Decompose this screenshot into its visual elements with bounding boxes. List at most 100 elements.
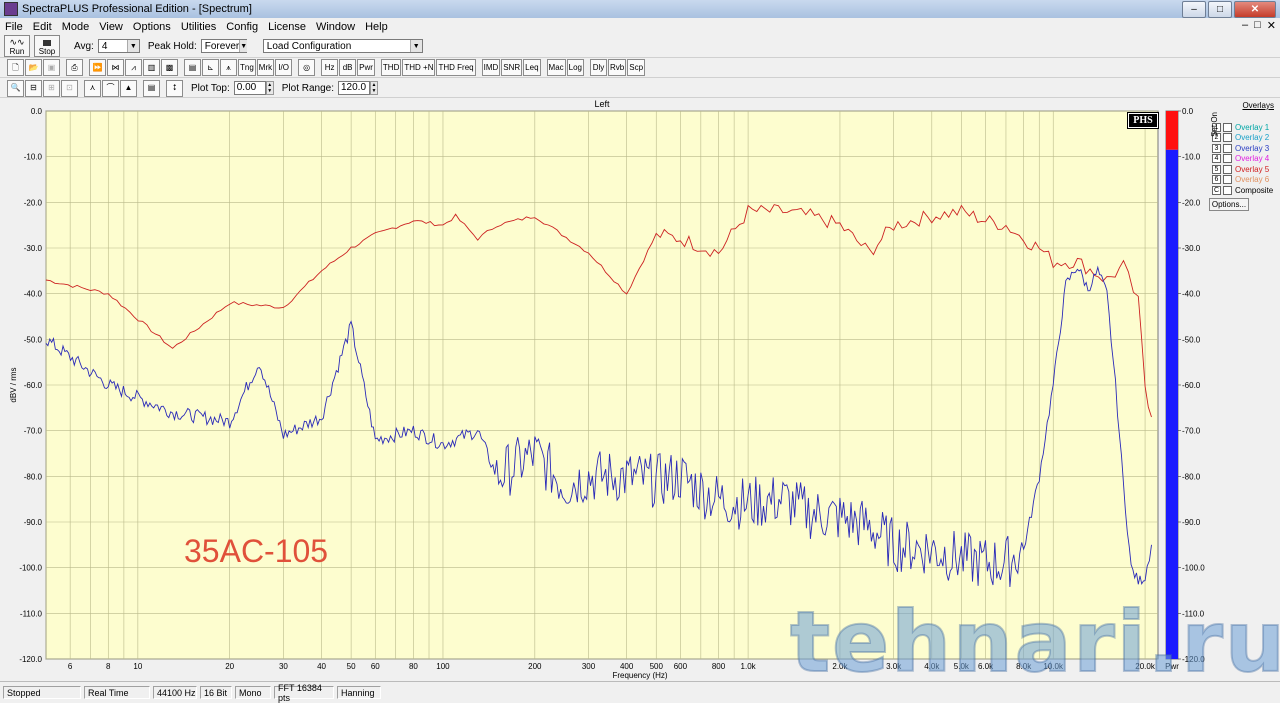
thd-n-button[interactable]: THD +N <box>402 59 436 76</box>
mdi-close-button[interactable]: ✕ <box>1267 19 1276 32</box>
y-tick-label: -30.0 <box>24 244 43 253</box>
status-fft-size: FFT 16384 pts <box>274 683 334 703</box>
zoom-out-icon[interactable]: ⊟ <box>25 79 42 97</box>
stepper-arrows-icon[interactable]: ▲ ▼ <box>370 81 378 95</box>
save-icon[interactable]: ▣ <box>43 59 60 76</box>
y-tick-label: -110.0 <box>20 609 43 618</box>
overlay-row-c[interactable]: C Composite <box>1212 185 1280 196</box>
menu-edit[interactable]: Edit <box>28 21 57 33</box>
fill-area-icon[interactable]: ▲ <box>120 79 137 97</box>
x-tick-label: 40 <box>317 662 326 671</box>
menu-window[interactable]: Window <box>311 21 360 33</box>
menu-mode[interactable]: Mode <box>57 21 95 33</box>
config-select[interactable]: Load Configuration ▼ <box>262 39 423 53</box>
panel-icon[interactable]: ▤ <box>184 59 201 76</box>
mdi-restore-button[interactable]: □ <box>1254 19 1261 32</box>
menu-options[interactable]: Options <box>128 21 176 33</box>
overlay-row-3[interactable]: 3 Overlay 3 <box>1212 143 1280 154</box>
overlay-checkbox[interactable] <box>1223 185 1232 195</box>
plot-range-stepper[interactable]: 120.0 ▲ ▼ <box>338 81 378 95</box>
y-tick-label: -20.0 <box>24 198 43 207</box>
tng-button[interactable]: Tng <box>238 59 256 76</box>
overlay-row-2[interactable]: 2 Overlay 2 <box>1212 133 1280 144</box>
wave-edit-icon[interactable]: ⋈ <box>107 59 124 76</box>
overlay-checkbox[interactable] <box>1223 154 1232 164</box>
meter-tick-label: -80.0 <box>1182 472 1201 481</box>
leq-button[interactable]: Leq <box>523 59 541 76</box>
snr-button[interactable]: SNR <box>501 59 523 76</box>
plot-range-label: Plot Range: <box>281 82 334 94</box>
zoom-icon[interactable]: 🔍 <box>7 79 24 97</box>
plot-top-stepper[interactable]: 0.00 ▲ ▼ <box>233 81 274 95</box>
overlay-row-1[interactable]: 1 Overlay 1 <box>1212 122 1280 133</box>
menu-help[interactable]: Help <box>360 21 393 33</box>
mac-button[interactable]: Mac <box>546 59 566 76</box>
overlay-set-button[interactable]: 6 <box>1212 175 1221 185</box>
scp-button[interactable]: Scp <box>627 59 646 76</box>
menu-license[interactable]: License <box>263 21 311 33</box>
stepper-arrows-icon[interactable]: ▲ ▼ <box>265 81 274 95</box>
meter-tick-label: -10.0 <box>1182 153 1201 162</box>
menu-file[interactable]: File <box>0 21 28 33</box>
overlay-set-button[interactable]: 3 <box>1212 143 1221 153</box>
zoom-fit-icon[interactable]: ⊡ <box>61 79 78 97</box>
spectrum-bars-icon[interactable]: ▥ <box>143 59 160 76</box>
overlay-checkbox[interactable] <box>1223 164 1232 174</box>
curve-icon[interactable]: ⌒ <box>102 79 119 97</box>
io-button[interactable]: I/O <box>275 59 293 76</box>
close-button[interactable]: ✕ <box>1234 1 1276 18</box>
overlay-set-button[interactable]: C <box>1212 185 1221 195</box>
status-channels: Mono <box>235 686 271 699</box>
axis-icon[interactable]: ⊾ <box>202 59 219 76</box>
imd-button[interactable]: IMD <box>481 59 501 76</box>
thd-button[interactable]: THD <box>380 59 402 76</box>
run-button[interactable]: ∿∿ Run <box>4 35 30 57</box>
tools-toolbar: 🗋 📂 ▣ ⎙ ⏩ ⋈ ⩘ ▥ ▩ ▤ ⊾ ⩚ Tng Mrk I/O ◎ Hz… <box>0 58 1280 78</box>
print-icon[interactable]: ⎙ <box>66 59 83 76</box>
overlay-checkbox[interactable] <box>1223 175 1232 185</box>
waveform-icon[interactable]: ⩘ <box>125 59 142 76</box>
overlay-set-button[interactable]: 5 <box>1212 164 1221 174</box>
new-file-icon[interactable]: 🗋 <box>7 59 24 76</box>
y-tick-label: -120.0 <box>19 655 42 664</box>
scale-icon[interactable]: ⭥ <box>166 79 183 97</box>
overlay-row-5[interactable]: 5 Overlay 5 <box>1212 164 1280 175</box>
zoom-in-icon[interactable]: ⊞ <box>43 79 60 97</box>
menu-config[interactable]: Config <box>221 21 263 33</box>
stop-button[interactable]: Stop <box>34 35 60 57</box>
dly-button[interactable]: Dly <box>590 59 608 76</box>
db-button[interactable]: dB <box>339 59 357 76</box>
minimize-button[interactable]: – <box>1182 1 1206 18</box>
chevron-down-icon: ▼ <box>126 40 139 52</box>
log-button[interactable]: Log <box>566 59 585 76</box>
menu-view[interactable]: View <box>94 21 128 33</box>
rvb-button[interactable]: Rvb <box>608 59 627 76</box>
x-tick-label: 80 <box>409 662 418 671</box>
mrk-button[interactable]: Mrk <box>256 59 275 76</box>
avg-select[interactable]: 4 ▼ <box>97 39 140 53</box>
mdi-minimize-button[interactable]: – <box>1242 19 1248 32</box>
peak-shape-icon[interactable]: ⋏ <box>84 79 101 97</box>
overlay-checkbox[interactable] <box>1223 133 1232 143</box>
thd-freq-button[interactable]: THD Freq <box>436 59 476 76</box>
menu-utilities[interactable]: Utilities <box>176 21 221 33</box>
pwr-button[interactable]: Pwr <box>357 59 375 76</box>
maximize-button[interactable]: □ <box>1208 1 1232 18</box>
grid-options-icon[interactable]: ▤ <box>143 79 160 97</box>
overlay-label: Overlay 2 <box>1235 133 1270 143</box>
peak-marker-icon[interactable]: ⩚ <box>220 59 237 76</box>
status-bit-depth: 16 Bit <box>200 686 232 699</box>
peak-hold-select[interactable]: Forever ▼ <box>200 39 248 53</box>
overlay-set-button[interactable]: 4 <box>1212 154 1221 164</box>
overlay-checkbox[interactable] <box>1223 122 1232 132</box>
overlay-checkbox[interactable] <box>1223 143 1232 153</box>
spectrogram-icon[interactable]: ▩ <box>161 59 178 76</box>
x-tick-label: 1.0k <box>741 662 757 671</box>
overlay-row-6[interactable]: 6 Overlay 6 <box>1212 175 1280 186</box>
overlay-row-4[interactable]: 4 Overlay 4 <box>1212 154 1280 165</box>
overlay-options-button[interactable]: Options... <box>1209 197 1249 211</box>
signal-generator-icon[interactable]: ◎ <box>298 59 316 76</box>
open-folder-icon[interactable]: 📂 <box>25 59 42 76</box>
fast-forward-icon[interactable]: ⏩ <box>89 59 106 76</box>
hz-button[interactable]: Hz <box>321 59 339 76</box>
